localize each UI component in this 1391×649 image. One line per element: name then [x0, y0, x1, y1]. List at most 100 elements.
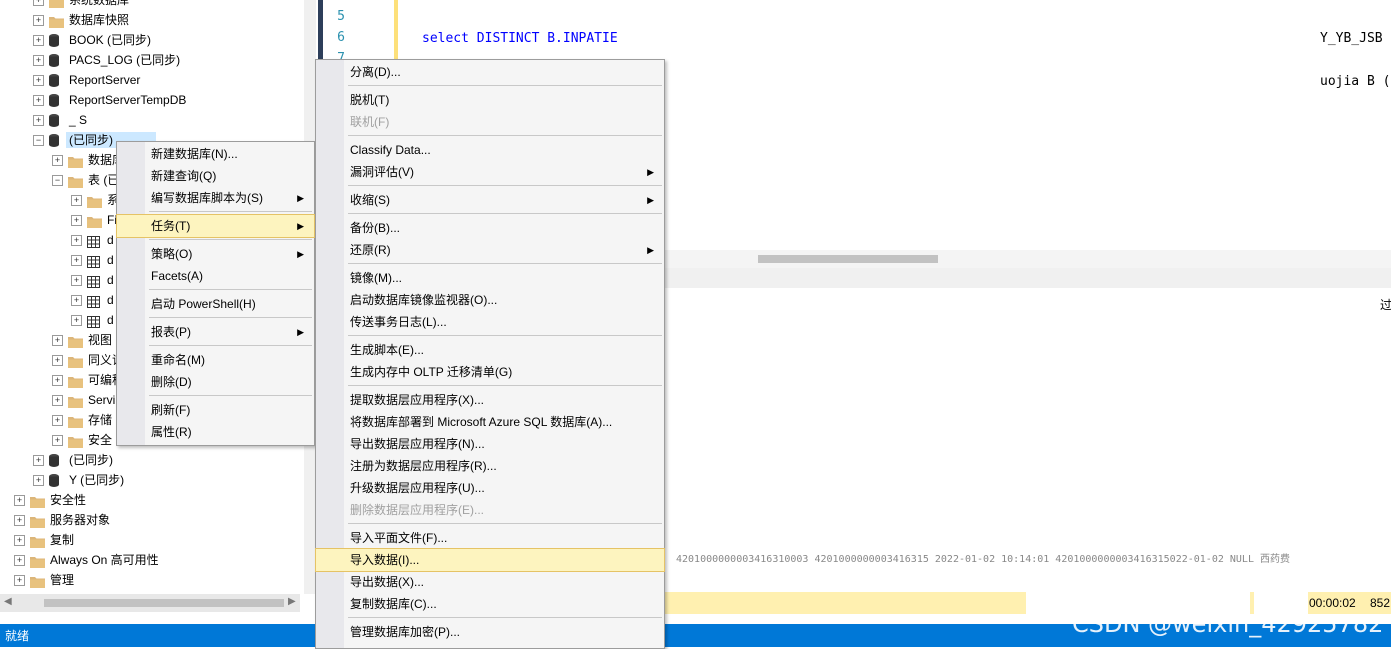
tree-item[interactable]: + PACS_LOG (已同步) — [0, 50, 300, 70]
menu-item[interactable]: 策略(O) ▶ — [117, 243, 314, 265]
menu-item[interactable]: 还原(R) ▶ — [316, 239, 664, 261]
menu-item[interactable]: 收缩(S) ▶ — [316, 189, 664, 211]
menu-item[interactable]: 任务(T) ▶ — [116, 214, 315, 238]
explorer-hscrollbar[interactable]: ◀ ▶ — [0, 594, 300, 612]
menu-item-label: 删除(D) — [151, 375, 192, 389]
expand-icon[interactable]: + — [52, 435, 63, 446]
expand-icon[interactable]: + — [33, 15, 44, 26]
menu-item[interactable]: 脱机(T) — [316, 89, 664, 111]
results-row[interactable]: 4201000000003416310003 42010000000034163… — [676, 550, 1290, 565]
menu-item-label: 报表(P) — [151, 325, 191, 339]
menu-item[interactable]: 新建数据库(N)... — [117, 143, 314, 165]
menu-item[interactable]: Classify Data... — [316, 139, 664, 161]
expand-icon[interactable]: + — [71, 295, 82, 306]
tree-item[interactable]: + ReportServer — [0, 70, 300, 90]
menu-separator — [149, 289, 312, 290]
menu-item[interactable]: 分离(D)... — [316, 61, 664, 83]
expand-icon[interactable]: + — [52, 375, 63, 386]
results-grid[interactable]: 过 4201000000003416310003 420100000000341… — [664, 268, 1391, 588]
tree-item-label: Servi — [88, 393, 116, 407]
expand-icon[interactable]: + — [71, 275, 82, 286]
expand-icon[interactable]: + — [33, 55, 44, 66]
menu-item[interactable]: 编写数据库脚本为(S) ▶ — [117, 187, 314, 209]
expand-icon[interactable]: + — [14, 555, 25, 566]
sql-line-7-tail[interactable]: uojia B ( — [1320, 74, 1390, 89]
menu-item[interactable]: Facets(A) — [117, 265, 314, 287]
tree-item[interactable]: + 管理 — [0, 570, 300, 590]
menu-item[interactable]: 导出数据层应用程序(N)... — [316, 433, 664, 455]
menu-item[interactable]: 管理数据库加密(P)... — [316, 621, 664, 643]
folder-icon — [68, 394, 83, 408]
menu-item[interactable]: 提取数据层应用程序(X)... — [316, 389, 664, 411]
expand-icon[interactable]: + — [71, 195, 82, 206]
database-icon — [49, 33, 59, 47]
expand-icon[interactable]: + — [71, 315, 82, 326]
menu-separator — [149, 345, 312, 346]
menu-item[interactable]: 重命名(M) — [117, 349, 314, 371]
menu-item[interactable]: 启动数据库镜像监视器(O)... — [316, 289, 664, 311]
menu-item[interactable]: 复制数据库(C)... — [316, 593, 664, 615]
scroll-left-icon[interactable]: ◀ — [4, 596, 12, 607]
tree-item[interactable]: + 安全性 — [0, 490, 300, 510]
tree-item[interactable]: + ReportServerTempDB — [0, 90, 300, 110]
menu-item[interactable]: 生成脚本(E)... — [316, 339, 664, 361]
menu-item[interactable]: 升级数据层应用程序(U)... — [316, 477, 664, 499]
expand-icon[interactable]: + — [14, 495, 25, 506]
tree-item[interactable]: + Y (已同步) — [0, 470, 300, 490]
expand-icon[interactable]: + — [52, 415, 63, 426]
expand-icon[interactable]: + — [52, 355, 63, 366]
menu-item[interactable]: 漏洞评估(V) ▶ — [316, 161, 664, 183]
collapse-icon[interactable]: − — [33, 135, 44, 146]
submenu-arrow-icon: ▶ — [297, 221, 304, 231]
tree-item[interactable]: + 服务器对象 — [0, 510, 300, 530]
menu-item[interactable]: 删除(D) — [117, 371, 314, 393]
expand-icon[interactable]: + — [71, 235, 82, 246]
menu-item[interactable]: 注册为数据层应用程序(R)... — [316, 455, 664, 477]
tree-item[interactable]: + 系统数据库 — [0, 0, 300, 10]
menu-item[interactable]: 将数据库部署到 Microsoft Azure SQL 数据库(A)... — [316, 411, 664, 433]
menu-item[interactable]: 导入平面文件(F)... — [316, 527, 664, 549]
menu-item[interactable]: 属性(R) — [117, 421, 314, 443]
menu-item[interactable]: 备份(B)... — [316, 217, 664, 239]
expand-icon[interactable]: + — [52, 155, 63, 166]
collapse-icon[interactable]: − — [52, 175, 63, 186]
menu-item[interactable]: 导出数据(X)... — [316, 571, 664, 593]
menu-item[interactable]: 传送事务日志(L)... — [316, 311, 664, 333]
tree-item[interactable]: + (已同步) — [0, 450, 300, 470]
sql-line-6[interactable]: select DISTINCT B.INPATIE — [422, 31, 618, 46]
tree-item[interactable]: + BOOK (已同步) — [0, 30, 300, 50]
menu-item[interactable]: 镜像(M)... — [316, 267, 664, 289]
menu-item-label: 导出数据(X)... — [350, 575, 424, 589]
scroll-right-icon[interactable]: ▶ — [288, 596, 296, 607]
menu-item[interactable]: 启动 PowerShell(H) — [117, 293, 314, 315]
expand-icon[interactable]: + — [14, 515, 25, 526]
expand-icon[interactable]: + — [71, 255, 82, 266]
folder-icon — [68, 414, 83, 428]
tree-item[interactable]: + _ S — [0, 110, 300, 130]
expand-icon[interactable]: + — [52, 335, 63, 346]
expand-icon[interactable]: + — [14, 575, 25, 586]
expand-icon[interactable]: + — [33, 35, 44, 46]
expand-icon[interactable]: + — [14, 535, 25, 546]
scroll-thumb[interactable] — [44, 599, 284, 607]
submenu-arrow-icon: ▶ — [647, 167, 654, 177]
menu-item[interactable]: 导入数据(I)... — [315, 548, 665, 572]
expand-icon[interactable]: + — [33, 75, 44, 86]
tree-item[interactable]: + Always On 高可用性 — [0, 550, 300, 570]
expand-icon[interactable]: + — [52, 395, 63, 406]
menu-item[interactable]: 生成内存中 OLTP 迁移清单(G) — [316, 361, 664, 383]
tree-item[interactable]: + 数据库快照 — [0, 10, 300, 30]
tree-item-label: d — [107, 313, 114, 327]
menu-item[interactable]: 新建查询(Q) — [117, 165, 314, 187]
menu-item[interactable]: 刷新(F) — [117, 399, 314, 421]
expand-icon[interactable]: + — [33, 475, 44, 486]
expand-icon[interactable]: + — [33, 115, 44, 126]
tree-item[interactable]: + 复制 — [0, 530, 300, 550]
expand-icon[interactable]: + — [33, 455, 44, 466]
expand-icon[interactable]: + — [33, 0, 44, 6]
sql-line-6-tail[interactable]: Y_YB_JSB — [1320, 31, 1383, 46]
editor-scroll-thumb[interactable] — [758, 255, 938, 263]
expand-icon[interactable]: + — [71, 215, 82, 226]
menu-item[interactable]: 报表(P) ▶ — [117, 321, 314, 343]
expand-icon[interactable]: + — [33, 95, 44, 106]
